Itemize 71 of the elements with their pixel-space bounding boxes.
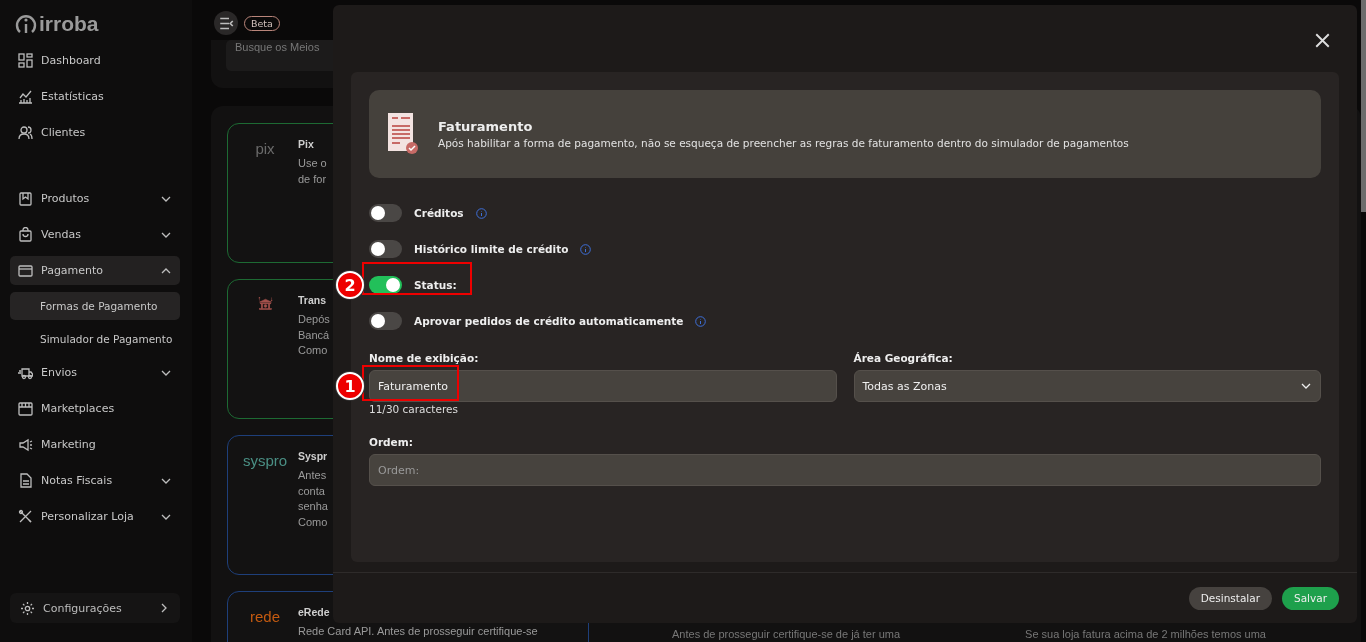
close-icon <box>1314 32 1330 48</box>
logo-wordmark: syspro <box>242 452 288 471</box>
card-description: Após habilitar a forma de pagamento, não se esqueça de preencher as regras de faturamento dentro do simulador de pagamentos <box>438 137 1129 149</box>
sidebar-item[interactable]: Estatísticas <box>10 82 180 111</box>
sidebar-item[interactable]: Pagamento <box>10 256 180 285</box>
toggle-label: Status: <box>414 279 457 291</box>
card-text: Use o <box>298 156 327 171</box>
sidebar-item[interactable]: Personalizar Loja <box>10 502 180 531</box>
sidebar-item[interactable]: Dashboard <box>10 46 180 75</box>
card-title: eRede <box>298 606 331 618</box>
card-icon <box>18 263 33 278</box>
card-text: Antes <box>298 468 328 483</box>
megaphone-icon <box>18 437 33 452</box>
bag-icon <box>18 227 33 242</box>
order-field[interactable]: Ordem: <box>369 454 1321 486</box>
scrollbar[interactable] <box>1361 0 1366 212</box>
truck-icon <box>18 365 33 380</box>
bank-icon <box>257 296 273 311</box>
grid-icon <box>18 53 33 68</box>
logo-wordmark: rede <box>250 608 280 627</box>
toggle-label: Aprovar pedidos de crédito automaticamente <box>414 315 684 327</box>
logo-icon <box>15 13 37 35</box>
toggle-label: Histórico limite de crédito <box>414 243 569 255</box>
field-label: Ordem: <box>369 436 414 448</box>
logo-wordmark: irroba <box>39 12 99 36</box>
sidebar-subitem[interactable]: Formas de Pagamento <box>10 292 180 320</box>
sidebar-item[interactable]: Envios <box>10 358 180 387</box>
toggle-switch[interactable] <box>369 240 402 258</box>
toggle-switch[interactable] <box>369 276 402 294</box>
card-title: Syspr <box>298 450 328 462</box>
card-text: Bancá <box>298 327 330 343</box>
uninstall-button[interactable]: Desinstalar <box>1188 586 1272 610</box>
field-label: Nome de exibição: <box>369 352 480 364</box>
name-field[interactable]: Faturamento <box>369 370 837 402</box>
users-icon <box>18 125 33 140</box>
toggle-switch[interactable] <box>369 312 402 330</box>
sidebar-item[interactable]: Marketing <box>10 430 180 459</box>
chart-icon <box>18 89 33 104</box>
document-icon <box>18 473 33 488</box>
card-text: de for <box>298 171 327 187</box>
card-text: Se sua loja fatura acima de 2 milhões temos uma <box>1025 628 1266 640</box>
sidebar-item[interactable]: Marketplaces <box>10 394 180 423</box>
character-counter: 11/30 caracteres <box>369 403 459 415</box>
area-dropdown[interactable]: Todas as Zonas <box>853 370 1321 402</box>
close-button[interactable] <box>1313 31 1331 49</box>
sidebar-subitem[interactable]: Simulador de Pagamento <box>10 325 180 353</box>
sidebar-item[interactable]: Clientes <box>10 118 180 147</box>
card-text: Rede Card API. Antes de prosseguir certifique-se <box>298 624 538 639</box>
logo-wordmark: pix <box>255 140 275 159</box>
settings-item[interactable]: Configurações <box>10 593 180 623</box>
box-icon <box>18 191 33 206</box>
invoice-icon <box>387 112 419 156</box>
card-text: Como <box>298 343 329 358</box>
card-text: Depós <box>298 312 330 327</box>
sidebar-item[interactable]: Vendas <box>10 220 180 249</box>
card-text: Antes de prosseguir certifique-se de já ter uma <box>672 628 901 640</box>
store-icon <box>18 401 33 416</box>
sidebar-item[interactable]: Produtos <box>10 184 180 213</box>
card-title: Faturamento <box>438 119 534 134</box>
card-title: Trans <box>298 294 327 306</box>
card-text: conta <box>298 483 326 499</box>
menu-button[interactable] <box>214 11 238 35</box>
card-title: Pix <box>298 138 315 150</box>
menu-icon <box>218 15 234 31</box>
toggle-switch[interactable] <box>369 204 402 222</box>
field-label: Área Geográfica: <box>853 352 954 364</box>
toggle-label: Créditos <box>414 207 464 219</box>
settings-icon <box>20 600 35 616</box>
sidebar-item[interactable]: Notas Fiscais <box>10 466 180 495</box>
card-text: Como <box>298 514 328 530</box>
card-text: senha <box>298 499 328 514</box>
